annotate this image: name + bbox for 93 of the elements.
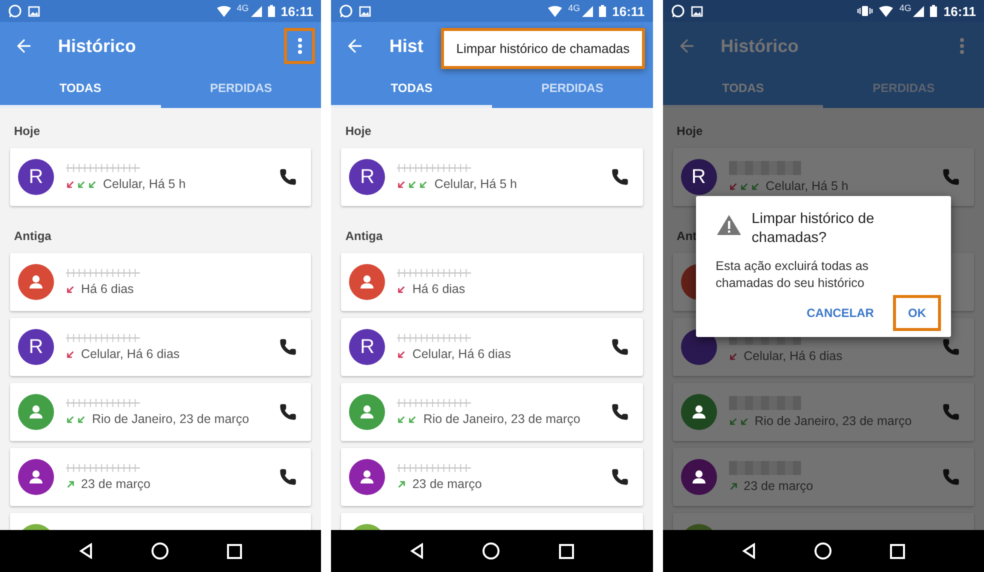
section-title: Antiga [344, 228, 384, 245]
call-card[interactable]: R Celular, Há 6 dias [341, 318, 643, 376]
wifi-icon [216, 6, 231, 16]
call-card[interactable]: Rio de Janeiro, 23 de março [341, 383, 643, 441]
screen-title: Histórico [720, 36, 799, 56]
letter-avatar: R [349, 329, 386, 365]
battery-icon [930, 5, 938, 17]
call-detail: Rio de Janeiro, 23 de março [423, 412, 580, 426]
phone-icon[interactable] [610, 468, 629, 486]
back-nav-icon[interactable] [79, 543, 94, 559]
dialog-button[interactable]: OK [892, 295, 941, 332]
call-detail: 23 de março [81, 477, 150, 491]
back-nav-icon[interactable] [742, 543, 756, 559]
signal-icon [250, 6, 262, 16]
clock: 16:11 [943, 4, 976, 18]
more-icon [960, 38, 964, 54]
battery-icon [599, 5, 606, 17]
person-icon [27, 403, 45, 421]
section-title: Antiga [13, 228, 52, 245]
tab[interactable]: TODAS [0, 70, 161, 108]
image-icon [690, 6, 703, 16]
call-detail: 23 de março [744, 479, 814, 493]
home-nav-icon[interactable] [151, 542, 170, 560]
letter-avatar: R [18, 329, 54, 365]
recents-nav-icon[interactable] [558, 544, 574, 558]
call-detail: Celular, Há 5 h [103, 177, 186, 191]
call-detail: Há 6 dias [81, 282, 134, 296]
screen-title: Hist [389, 36, 424, 56]
recents-nav-icon[interactable] [890, 544, 905, 558]
home-nav-icon[interactable] [482, 542, 500, 560]
wifi-icon [879, 6, 894, 16]
phone-icon[interactable] [279, 168, 298, 186]
section-title: Ant [676, 228, 698, 245]
phone-icon[interactable] [610, 403, 629, 421]
image-icon [359, 6, 372, 16]
phone-icon[interactable] [279, 468, 298, 486]
call-detail: Celular, Há 6 dias [412, 347, 511, 361]
call-card[interactable]: Há 6 dias [10, 253, 312, 311]
letter-avatar: R [680, 159, 717, 195]
phone-icon[interactable] [610, 338, 629, 356]
person-icon [690, 468, 708, 486]
wifi-icon [548, 6, 562, 16]
section-title: Hoje [676, 123, 704, 140]
call-card[interactable]: R Celular, Há 6 dias [10, 318, 312, 376]
dialog-title: Limpar histórico de chamadas? [752, 210, 876, 248]
person-icon [358, 468, 376, 486]
screen-title: Histórico [58, 36, 136, 56]
person-icon [358, 403, 376, 421]
call-card[interactable]: 23 de março [10, 448, 312, 506]
more-icon [298, 38, 302, 54]
person-icon [27, 273, 45, 291]
letter-avatar: R [18, 159, 54, 195]
phone-icon[interactable] [279, 403, 298, 421]
call-detail: 23 de março [412, 477, 482, 491]
call-detail: Rio de Janeiro, 23 de março [92, 412, 250, 426]
chat-app-icon [8, 4, 22, 18]
call-detail: Celular, Há 6 dias [744, 349, 842, 363]
menu-item[interactable]: Limpar histórico de chamadas [441, 28, 645, 69]
call-detail: Celular, Há 6 dias [81, 347, 180, 361]
person-icon [358, 273, 376, 291]
chat-app-icon [339, 4, 354, 18]
letter-avatar: R [349, 159, 386, 195]
call-detail: Há 6 dias [412, 282, 466, 296]
call-card[interactable]: 23 de março [341, 448, 643, 506]
call-card[interactable]: R Celular, Há 5 h [10, 148, 312, 206]
section-title: Hoje [13, 123, 42, 140]
warning-icon [716, 214, 742, 236]
signal-icon [913, 6, 924, 16]
phone-icon[interactable] [279, 338, 298, 356]
signal-icon [582, 6, 594, 16]
network-type: 4G [568, 3, 580, 13]
chat-app-icon [670, 4, 685, 18]
call-detail: Celular, Há 5 h [766, 179, 848, 193]
network-type: 4G [899, 3, 912, 13]
clock: 16:11 [612, 4, 645, 18]
battery-icon [268, 5, 275, 17]
call-detail: Rio de Janeiro, 23 de março [754, 414, 912, 428]
person-icon [27, 468, 45, 486]
image-icon [28, 6, 40, 16]
network-type: 4G [236, 3, 249, 13]
call-card[interactable]: R Celular, Há 5 h [341, 148, 643, 206]
phone-icon[interactable] [610, 168, 629, 186]
person-icon [690, 403, 708, 421]
menu-button[interactable] [284, 28, 316, 64]
dialog-message: Esta ação excluirá todas as chamadas do seu histórico [716, 258, 870, 292]
recents-nav-icon[interactable] [227, 544, 242, 558]
section-title: Hoje [344, 123, 372, 140]
clock: 16:11 [280, 4, 314, 18]
call-detail: Celular, Há 5 h [434, 177, 518, 191]
back-nav-icon[interactable] [410, 543, 424, 559]
call-card[interactable]: Há 6 dias [341, 253, 643, 311]
call-card[interactable]: Rio de Janeiro, 23 de março [10, 383, 312, 441]
home-nav-icon[interactable] [814, 542, 832, 560]
